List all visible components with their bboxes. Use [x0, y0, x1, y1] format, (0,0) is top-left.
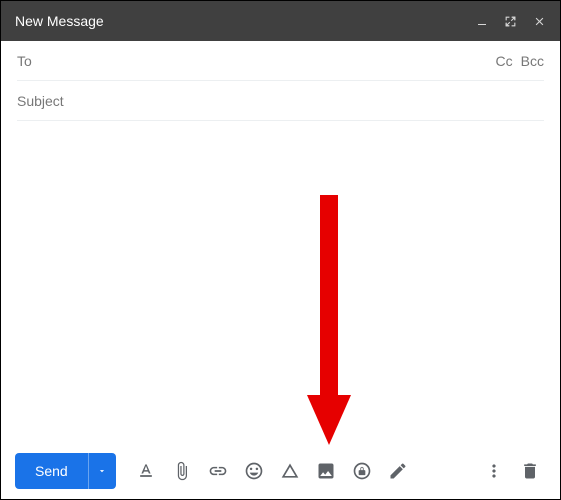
discard-draft-icon[interactable] — [514, 455, 546, 487]
send-button[interactable]: Send — [15, 453, 88, 489]
send-options-button[interactable] — [88, 453, 116, 489]
subject-field-row[interactable]: Subject — [17, 81, 544, 121]
send-button-group: Send — [15, 453, 116, 489]
compose-toolbar: Send — [1, 443, 560, 499]
insert-photo-icon[interactable] — [310, 455, 342, 487]
window-title: New Message — [15, 13, 104, 29]
insert-signature-icon[interactable] — [382, 455, 414, 487]
titlebar: New Message — [1, 1, 560, 41]
cc-bcc-group: Cc Bcc — [496, 53, 544, 69]
confidential-mode-icon[interactable] — [346, 455, 378, 487]
fullscreen-icon[interactable] — [504, 15, 517, 28]
insert-link-icon[interactable] — [202, 455, 234, 487]
close-icon[interactable] — [533, 15, 546, 28]
cc-button[interactable]: Cc — [496, 53, 513, 69]
formatting-icon[interactable] — [130, 455, 162, 487]
attach-files-icon[interactable] — [166, 455, 198, 487]
insert-emoji-icon[interactable] — [238, 455, 270, 487]
drive-icon[interactable] — [274, 455, 306, 487]
window-controls — [476, 15, 546, 28]
subject-placeholder: Subject — [17, 93, 544, 109]
formatting-tools — [130, 455, 414, 487]
more-options-icon[interactable] — [478, 455, 510, 487]
message-body[interactable] — [1, 121, 560, 443]
to-placeholder: To — [17, 53, 496, 69]
compose-window: New Message To Cc Bcc Subject — [0, 0, 561, 500]
to-field-row[interactable]: To Cc Bcc — [17, 41, 544, 81]
bcc-button[interactable]: Bcc — [521, 53, 544, 69]
right-tools — [478, 455, 546, 487]
header-fields: To Cc Bcc Subject — [1, 41, 560, 121]
minimize-icon[interactable] — [476, 15, 488, 27]
